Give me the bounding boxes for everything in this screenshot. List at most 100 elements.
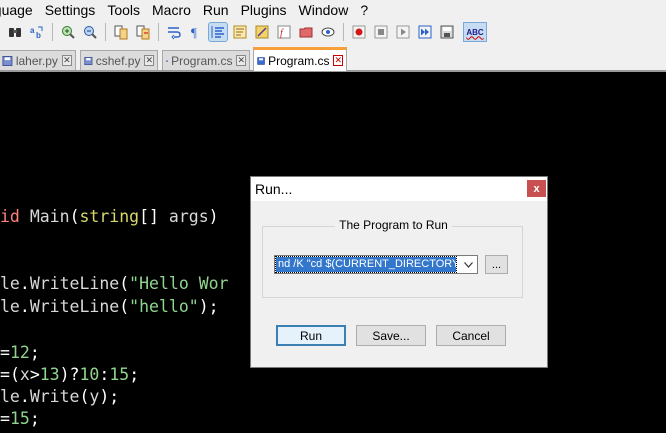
code-line: id Main(string[] args) <box>0 207 219 226</box>
code-token: [] <box>139 207 159 226</box>
code-token: ); <box>99 387 120 406</box>
zoom-out-icon[interactable] <box>81 23 99 41</box>
menu-tools[interactable]: Tools <box>101 0 146 20</box>
code-token: ; <box>29 343 40 362</box>
code-token: ); <box>198 297 219 316</box>
save-button[interactable]: Save... <box>356 325 426 346</box>
chevron-down-icon[interactable] <box>459 256 477 273</box>
code-line: =12; <box>0 343 40 362</box>
code-token: . <box>19 297 30 316</box>
menu-language[interactable]: nguage <box>0 0 39 20</box>
code-token: ( <box>69 207 80 226</box>
stop-macro-icon[interactable] <box>372 23 390 41</box>
dialog-title-bar[interactable]: Run... x <box>251 177 547 201</box>
dialog-close-button[interactable]: x <box>527 180 546 197</box>
replace-icon[interactable]: ab <box>28 23 46 41</box>
tab-label: Program.cs <box>268 53 330 68</box>
user-lang-icon[interactable] <box>231 23 249 41</box>
code-token: ( <box>119 297 130 316</box>
folder-workspace-icon[interactable] <box>297 23 315 41</box>
close-icon[interactable]: ✕ <box>236 55 246 66</box>
tab-laher-py[interactable]: laher.py ✕ <box>0 50 76 70</box>
toolbar-separator <box>52 23 53 41</box>
find-replace-icon[interactable] <box>6 23 24 41</box>
code-token: le <box>0 297 20 316</box>
code-token: > <box>29 365 40 384</box>
cancel-button[interactable]: Cancel <box>436 325 506 346</box>
code-token: x <box>19 365 30 384</box>
svg-text:¶: ¶ <box>191 25 197 40</box>
code-token: y <box>89 387 100 406</box>
code-token: : <box>99 365 110 384</box>
run-macro-multiple-icon[interactable] <box>416 23 434 41</box>
code-token: ) <box>208 207 219 226</box>
code-line: =15; <box>0 409 40 428</box>
svg-text:b: b <box>36 31 41 40</box>
indent-guide-icon[interactable] <box>208 22 228 42</box>
menu-macro[interactable]: Macro <box>146 0 197 20</box>
menu-settings[interactable]: Settings <box>39 0 102 20</box>
toolbar-separator <box>158 23 159 41</box>
code-token: 10 <box>79 365 100 384</box>
code-token: 15 <box>9 409 30 428</box>
code-line: le.WriteLine("Hello Wor <box>0 274 229 293</box>
code-token: ( <box>9 365 20 384</box>
code-token: id <box>0 207 30 226</box>
code-token: WriteLine <box>29 297 120 316</box>
code-token: ( <box>79 387 90 406</box>
code-token: )? <box>59 365 80 384</box>
tab-bar: laher.py ✕ cshef.py ✕ Program.cs ✕ Progr… <box>0 44 666 72</box>
close-icon[interactable]: ✕ <box>61 55 72 66</box>
code-token: = <box>0 365 10 384</box>
file-icon <box>84 56 93 65</box>
code-token: le <box>0 387 20 406</box>
spell-check-icon[interactable]: ABC <box>463 22 487 42</box>
tab-program-cs-active[interactable]: Program.cs ✕ <box>253 47 347 71</box>
code-token: Write <box>29 387 80 406</box>
code-token: ; <box>29 409 40 428</box>
command-input-value[interactable]: nd /K "cd $(CURRENT_DIRECTORY)" <box>275 256 457 273</box>
code-token: 15 <box>109 365 130 384</box>
code-token: . <box>19 387 30 406</box>
record-macro-icon[interactable] <box>350 23 368 41</box>
close-icon[interactable]: ✕ <box>333 55 343 66</box>
play-macro-icon[interactable] <box>394 23 412 41</box>
code-token: ; <box>129 365 140 384</box>
tab-program-cs-1[interactable]: Program.cs ✕ <box>162 50 250 70</box>
run-dialog: Run... x The Program to Run nd /K "cd $(… <box>250 176 548 368</box>
spell-check-label: ABC <box>466 27 484 37</box>
sync-vertical-icon[interactable] <box>112 23 130 41</box>
code-line: le.WriteLine("hello"); <box>0 297 219 316</box>
tab-cshef-py[interactable]: cshef.py ✕ <box>80 50 158 70</box>
function-list-icon[interactable]: f <box>275 23 293 41</box>
doc-map-icon[interactable] <box>253 23 271 41</box>
save-macro-icon[interactable] <box>438 23 456 41</box>
show-all-chars-icon[interactable]: ¶ <box>187 23 205 41</box>
code-line: le.Write(y); <box>0 387 119 406</box>
tab-label: laher.py <box>15 53 58 68</box>
toolbar: ab ¶ f ABC <box>0 20 666 44</box>
code-token: = <box>0 343 10 362</box>
menu-window[interactable]: Window <box>293 0 355 20</box>
code-token: args <box>158 207 209 226</box>
code-token: 13 <box>39 365 60 384</box>
code-token: 12 <box>9 343 30 362</box>
tab-label: cshef.py <box>95 53 141 68</box>
menu-run[interactable]: Run <box>197 0 235 20</box>
code-token: "hello" <box>129 297 199 316</box>
monitor-icon[interactable] <box>319 23 337 41</box>
file-icon <box>166 59 169 62</box>
sync-horizontal-icon[interactable] <box>134 23 152 41</box>
toolbar-separator <box>343 23 344 41</box>
code-line: =(x>13)?10:15; <box>0 365 139 384</box>
command-combobox[interactable]: nd /K "cd $(CURRENT_DIRECTORY)" <box>274 255 478 274</box>
wrap-icon[interactable] <box>165 23 183 41</box>
run-button[interactable]: Run <box>276 325 346 346</box>
code-token: string <box>79 207 140 226</box>
zoom-in-icon[interactable] <box>59 23 77 41</box>
menu-plugins[interactable]: Plugins <box>235 0 293 20</box>
browse-button[interactable]: ... <box>485 255 508 274</box>
close-icon[interactable]: ✕ <box>144 55 154 66</box>
group-label: The Program to Run <box>335 218 452 232</box>
menu-help[interactable]: ? <box>354 0 374 20</box>
